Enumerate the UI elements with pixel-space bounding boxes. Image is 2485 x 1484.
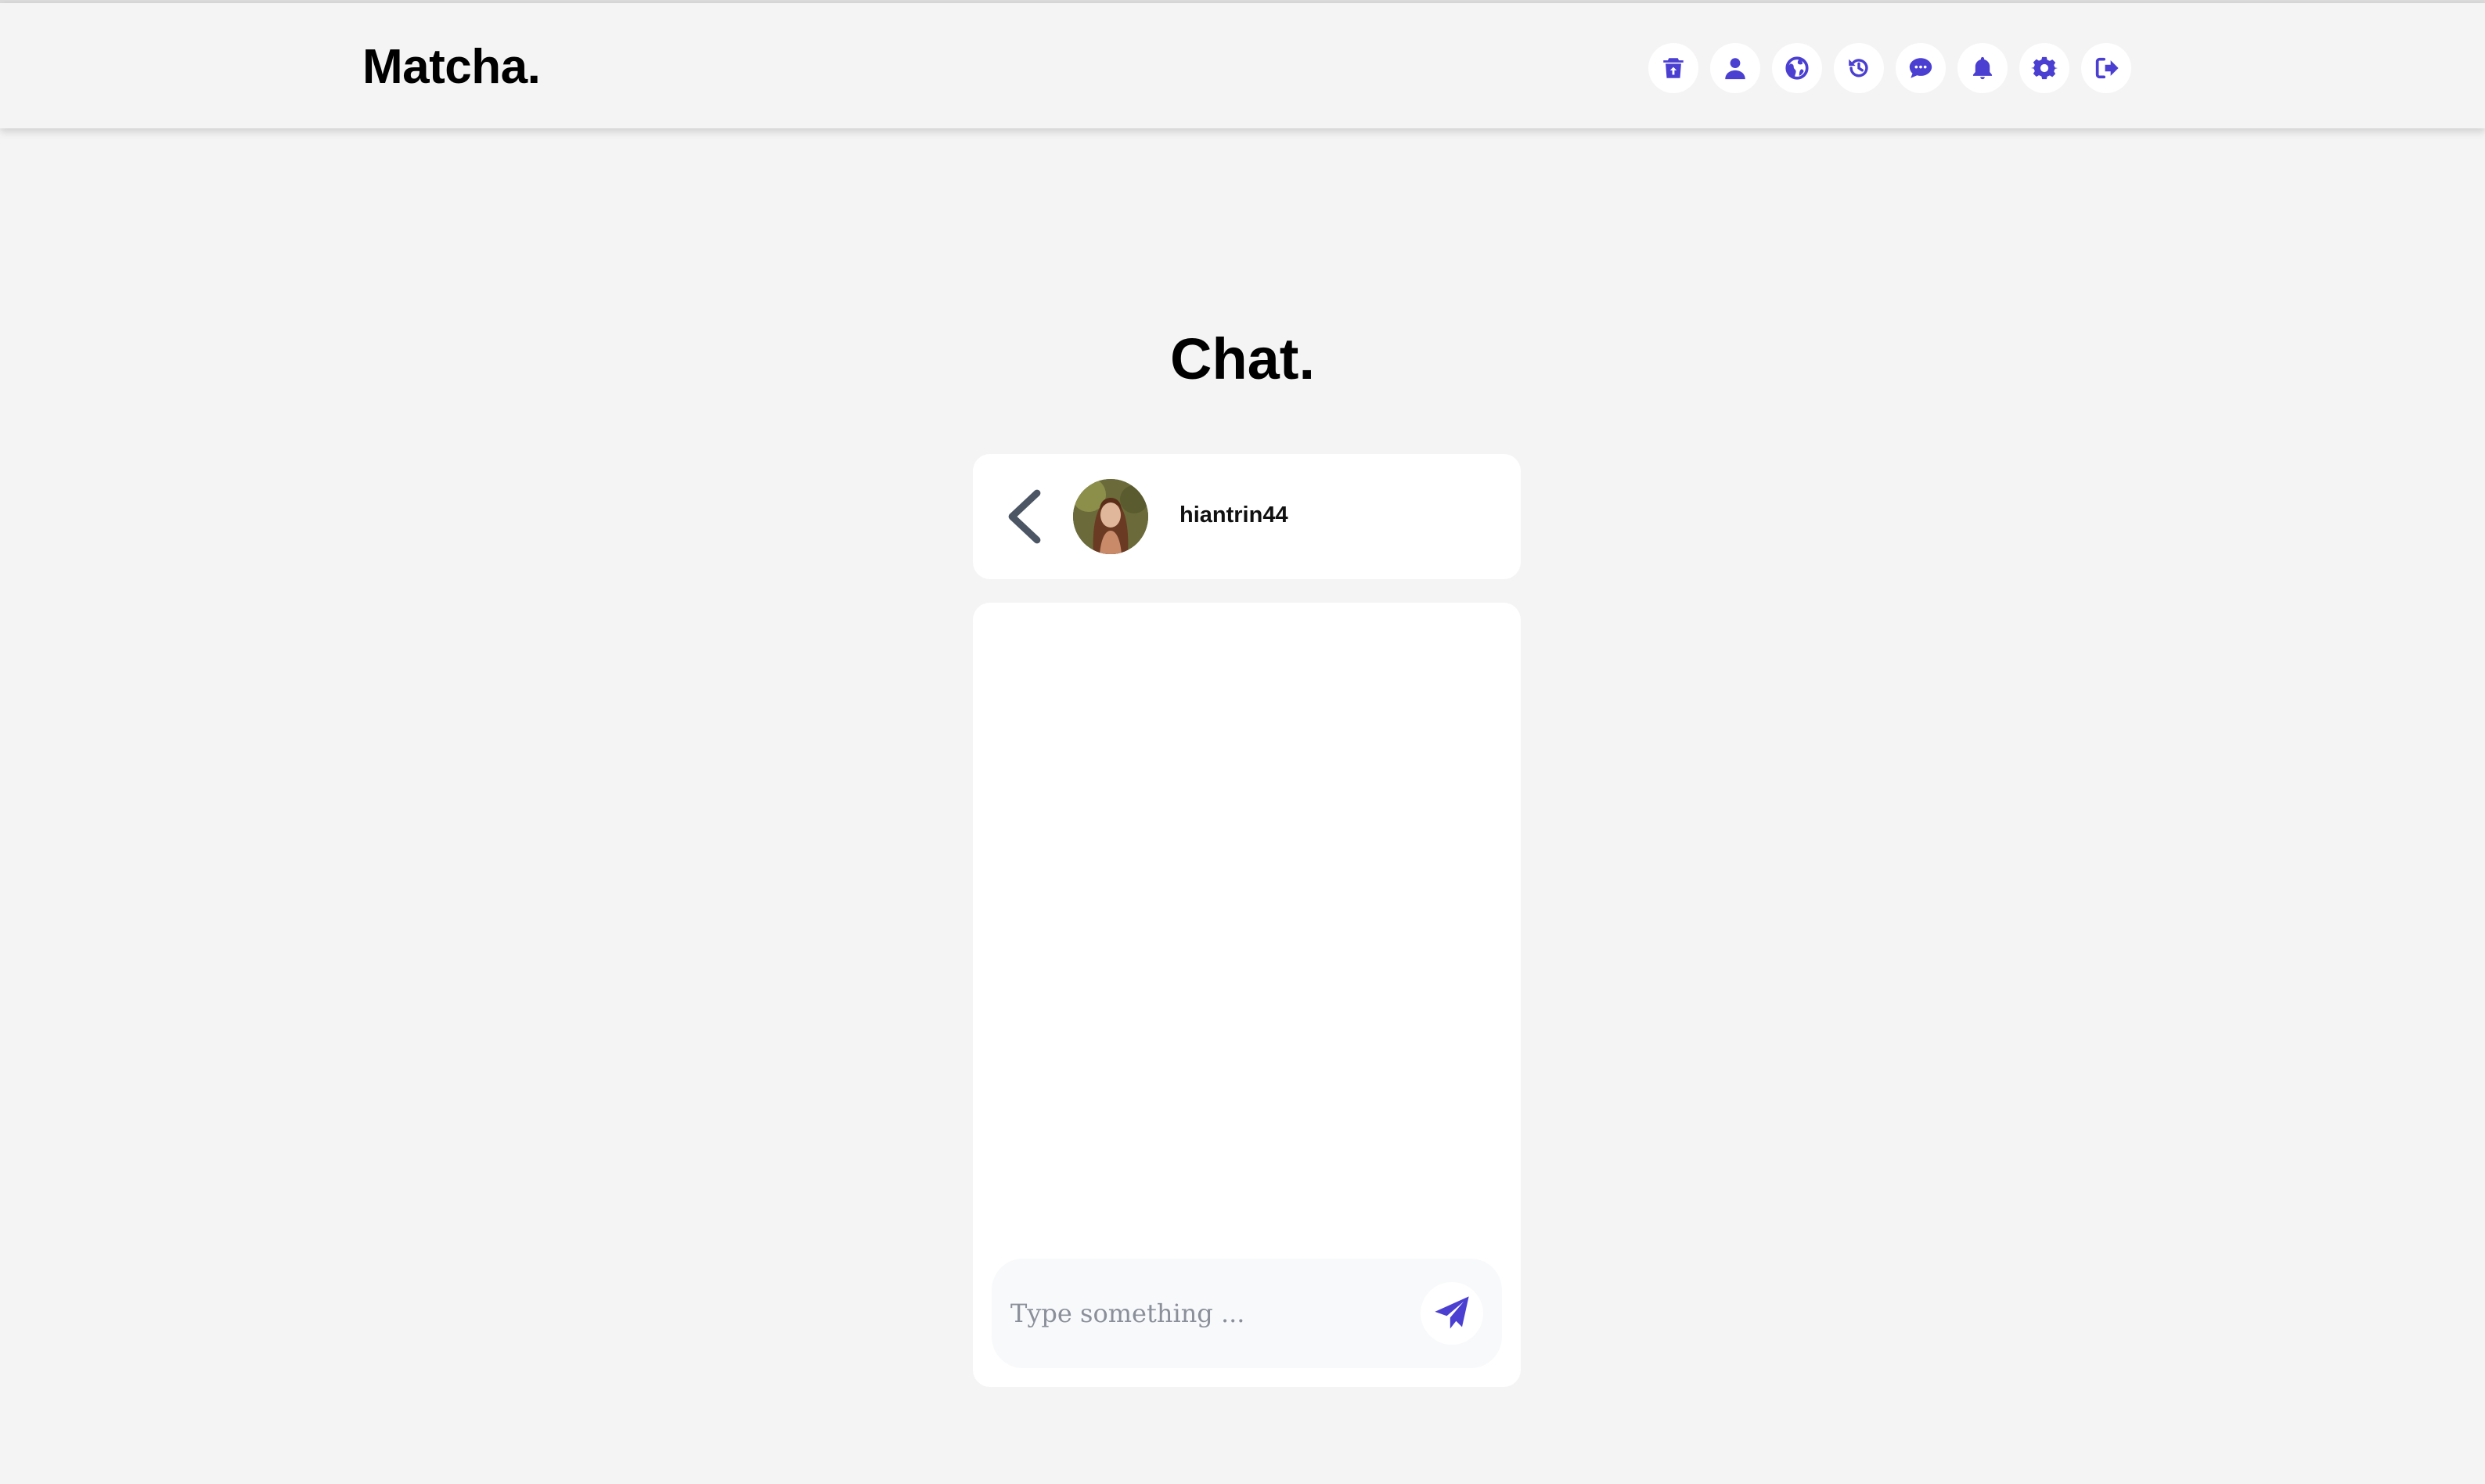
- bell-icon: [1972, 56, 1993, 80]
- trash-button[interactable]: [1648, 43, 1698, 93]
- globe-icon: [1785, 56, 1809, 80]
- avatar[interactable]: [1073, 479, 1148, 554]
- message-list[interactable]: [973, 603, 1521, 1244]
- chat-icon: [1909, 58, 1932, 78]
- chat-window: [973, 603, 1521, 1387]
- chevron-left-icon[interactable]: [1003, 488, 1046, 545]
- send-button[interactable]: [1421, 1282, 1483, 1345]
- chat-header: hiantrin44: [973, 454, 1521, 579]
- avatar-photo: [1073, 479, 1148, 554]
- profile-button[interactable]: [1710, 43, 1760, 93]
- history-button[interactable]: [1834, 43, 1884, 93]
- message-input[interactable]: [1010, 1285, 1402, 1342]
- history-icon: [1849, 59, 1868, 77]
- navbar: Matcha.: [0, 3, 2485, 128]
- paper-plane-icon: [1435, 1296, 1469, 1329]
- message-composer: [992, 1259, 1502, 1368]
- trash-icon: [1663, 58, 1684, 78]
- chat-username[interactable]: hiantrin44: [1179, 502, 1288, 528]
- app-logo[interactable]: Matcha.: [362, 39, 541, 95]
- user-icon: [1725, 58, 1745, 80]
- gear-icon: [2031, 56, 2058, 80]
- nav-icon-bar: [1648, 43, 2131, 93]
- messages-button[interactable]: [1896, 43, 1946, 93]
- logout-icon: [2095, 57, 2119, 79]
- settings-button[interactable]: [2019, 43, 2069, 93]
- logout-button[interactable]: [2081, 43, 2131, 93]
- page-title: Chat.: [1170, 326, 1315, 391]
- explore-button[interactable]: [1772, 43, 1822, 93]
- notifications-button[interactable]: [1957, 43, 2008, 93]
